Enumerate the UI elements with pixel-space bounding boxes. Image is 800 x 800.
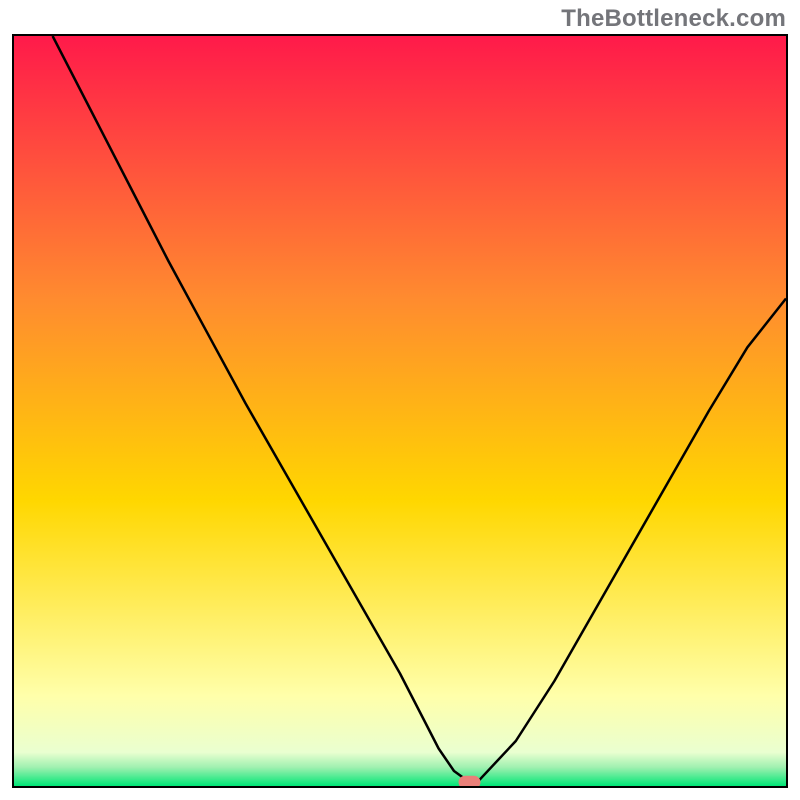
- optimal-marker: [459, 776, 481, 786]
- chart-container: TheBottleneck.com: [0, 0, 800, 800]
- plot-area: [12, 34, 788, 788]
- chart-svg: [14, 36, 786, 786]
- attribution-label: TheBottleneck.com: [561, 5, 786, 33]
